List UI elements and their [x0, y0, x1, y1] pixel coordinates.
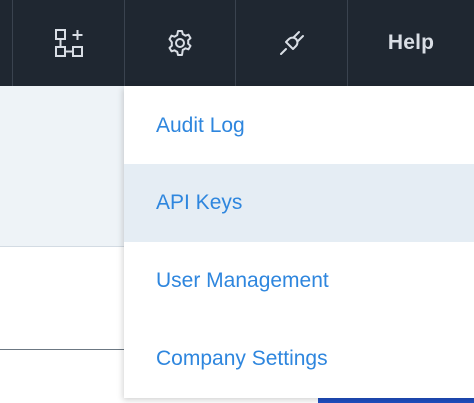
help-label: Help [387, 31, 435, 54]
top-navigation-bar: Help [0, 0, 474, 86]
plug-icon [277, 28, 307, 58]
menu-item-label: Audit Log [156, 114, 245, 137]
menu-item-company-settings[interactable]: Company Settings [124, 320, 474, 398]
menu-item-user-management[interactable]: User Management [124, 242, 474, 320]
page: Help Audit Log API Keys User Management … [0, 0, 474, 403]
integrations-nav-button[interactable] [235, 0, 347, 86]
settings-dropdown-menu: Audit Log API Keys User Management Compa… [124, 86, 474, 398]
workflow-nav-button[interactable] [12, 0, 124, 86]
settings-nav-button[interactable] [124, 0, 235, 86]
menu-item-audit-log[interactable]: Audit Log [124, 87, 474, 165]
background-divider [0, 349, 140, 350]
menu-item-api-keys[interactable]: API Keys [124, 164, 474, 242]
menu-item-label: Company Settings [156, 347, 328, 370]
menu-item-label: API Keys [156, 191, 243, 214]
workflow-add-icon [54, 28, 84, 58]
gear-icon [165, 28, 195, 58]
help-nav-button[interactable]: Help [347, 0, 474, 86]
menu-item-label: User Management [156, 269, 329, 292]
